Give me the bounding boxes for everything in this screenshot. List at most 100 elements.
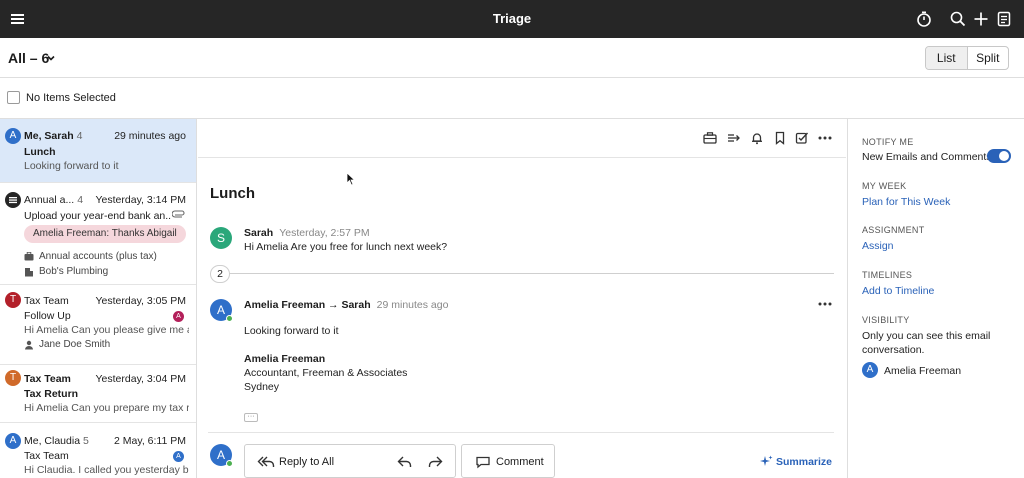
top-bar: Triage	[0, 0, 1024, 38]
conversation-toolbar	[198, 119, 846, 158]
timelines-heading: TIMELINES	[862, 270, 913, 280]
message-body: Looking forward to it	[244, 325, 339, 337]
item-time: Yesterday, 3:04 PM	[95, 373, 186, 385]
selection-label: No Items Selected	[26, 92, 116, 104]
details-panel: NOTIFY ME New Emails and Comments MY WEE…	[847, 119, 1024, 478]
item-preview: Hi Amelia Can you please give me a ...	[24, 324, 189, 336]
avatar: A	[5, 433, 21, 449]
chevron-down-icon[interactable]	[46, 53, 56, 63]
filter-bar: All – 6 List Split	[0, 38, 1024, 78]
item-meta: Jane Doe Smith	[24, 339, 110, 350]
paperclip-icon	[172, 210, 186, 220]
assignee-avatar: A	[173, 451, 184, 462]
list-icon	[5, 192, 21, 208]
more-icon[interactable]	[817, 131, 832, 145]
avatar: T	[5, 292, 21, 308]
list-item[interactable]: A Me, Sarah 4 29 minutes ago Lunch Lookin…	[0, 119, 196, 183]
forward-icon[interactable]	[427, 455, 443, 469]
view-toggle: List Split	[925, 46, 1009, 70]
more-icon[interactable]	[817, 297, 832, 311]
comment-pill[interactable]: Amelia Freeman: Thanks Abigail	[24, 225, 186, 243]
week-heading: MY WEEK	[862, 181, 907, 191]
list-item[interactable]: Annual a... 4 Yesterday, 3:14 PM Upload y…	[0, 183, 196, 285]
bookmark-icon[interactable]	[773, 131, 787, 145]
signature-title: Accountant, Freeman & Associates	[244, 367, 408, 379]
presence-dot	[226, 315, 233, 322]
item-time: Yesterday, 3:14 PM	[95, 194, 186, 206]
item-from: Me, Sarah 4	[24, 130, 83, 142]
item-from: Tax Team	[24, 295, 69, 307]
add-icon[interactable]	[972, 10, 990, 28]
briefcase-icon[interactable]	[703, 131, 717, 145]
item-preview: Hi Claudia. I called you yesterday bu...	[24, 464, 189, 476]
conversation-list: A Me, Sarah 4 29 minutes ago Lunch Lookin…	[0, 119, 197, 478]
assignment-heading: ASSIGNMENT	[862, 225, 925, 235]
task-icon[interactable]	[795, 131, 809, 145]
split-view-button[interactable]: Split	[968, 47, 1009, 69]
select-all-checkbox[interactable]	[7, 91, 20, 104]
collapsed-count-badge[interactable]: 2	[210, 265, 230, 283]
item-subject: Follow Up	[24, 310, 71, 322]
item-subject: Tax Return	[24, 388, 79, 400]
avatar: T	[5, 370, 21, 386]
conversation-pane: Lunch S Sarah Yesterday, 2:57 PM Hi Ameli…	[198, 119, 846, 478]
person-icon	[24, 340, 34, 350]
item-preview: Hi Amelia Can you prepare my tax r...	[24, 402, 189, 414]
bell-icon[interactable]	[750, 131, 764, 145]
message-sender: Sarah Yesterday, 2:57 PM	[244, 227, 370, 239]
show-quoted-button[interactable]: ···	[244, 413, 258, 422]
item-meta: Bob's Plumbing	[24, 266, 108, 277]
visibility-text: Only you can see this email	[862, 330, 991, 342]
notify-text: New Emails and Comments	[862, 151, 992, 163]
reply-icon[interactable]	[397, 455, 413, 469]
comment-icon	[475, 455, 491, 469]
item-preview: Looking forward to it	[24, 160, 119, 172]
item-time: 29 minutes ago	[114, 130, 186, 142]
message-sender: Amelia Freeman → Sarah 29 minutes ago	[244, 299, 449, 311]
list-view-button[interactable]: List	[926, 47, 968, 69]
building-icon	[24, 267, 34, 277]
presence-dot	[226, 460, 233, 467]
stopwatch-icon[interactable]	[915, 10, 933, 28]
visibility-user: Amelia Freeman	[884, 365, 962, 377]
filter-dropdown[interactable]: All – 6	[8, 50, 49, 66]
reply-all-button[interactable]: Reply to All	[244, 444, 456, 478]
visibility-heading: VISIBILITY	[862, 315, 910, 325]
move-icon[interactable]	[727, 131, 741, 145]
item-subject: Lunch	[24, 146, 56, 158]
item-from: Me, Claudia 5	[24, 435, 89, 447]
cursor-icon	[346, 172, 356, 186]
reply-all-label: Reply to All	[279, 456, 335, 468]
item-from: Annual a... 4	[24, 194, 84, 206]
conversation-subject: Lunch	[210, 185, 255, 202]
avatar: S	[210, 227, 232, 249]
item-time: Yesterday, 3:05 PM	[95, 295, 186, 307]
item-meta: Annual accounts (plus tax)	[24, 251, 157, 262]
search-icon[interactable]	[949, 10, 967, 28]
assign-link[interactable]: Assign	[862, 240, 894, 252]
list-item[interactable]: T Tax Team Yesterday, 3:04 PM Tax Return…	[0, 365, 196, 423]
list-item[interactable]: A Me, Claudia 5 2 May, 6:11 PM Tax Team A…	[0, 423, 196, 478]
summarize-button[interactable]: Summarize	[760, 455, 832, 468]
avatar: A	[5, 128, 21, 144]
notify-heading: NOTIFY ME	[862, 137, 914, 147]
plan-week-link[interactable]: Plan for This Week	[862, 196, 950, 208]
item-time: 2 May, 6:11 PM	[114, 435, 186, 447]
item-subject: Upload your year-end bank an...	[24, 210, 172, 222]
notes-icon[interactable]	[995, 10, 1013, 28]
avatar: A	[862, 362, 878, 378]
selection-bar: No Items Selected	[0, 78, 1024, 119]
collapsed-divider	[210, 273, 834, 274]
item-subject: Tax Team	[24, 450, 69, 462]
item-from: Tax Team	[24, 373, 71, 385]
notify-toggle[interactable]	[987, 149, 1011, 163]
reply-all-icon	[257, 455, 275, 469]
briefcase-icon	[24, 252, 34, 261]
divider	[208, 432, 834, 433]
signature-location: Sydney	[244, 381, 280, 393]
comment-button[interactable]: Comment	[461, 444, 555, 478]
message-body: Hi Amelia Are you free for lunch next we…	[244, 241, 448, 253]
visibility-text: conversation.	[862, 344, 925, 356]
add-timeline-link[interactable]: Add to Timeline	[862, 285, 934, 297]
list-item[interactable]: T Tax Team Yesterday, 3:05 PM Follow Up …	[0, 285, 196, 365]
